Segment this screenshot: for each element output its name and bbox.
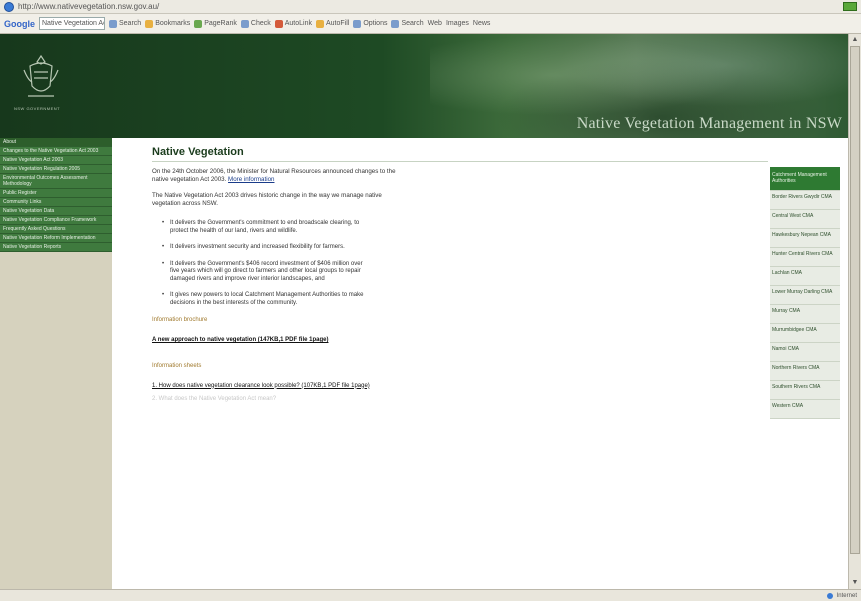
cma-link[interactable]: Western CMA	[770, 400, 840, 419]
nav-item-changes[interactable]: Changes to the Native Vegetation Act 200…	[0, 147, 112, 156]
list-item: It gives new powers to local Catchment M…	[162, 292, 372, 307]
nav-item-compliance[interactable]: Native Vegetation Compliance Framework	[0, 216, 112, 225]
options-icon	[353, 19, 362, 28]
check-icon	[240, 19, 249, 28]
nav-item-community-links[interactable]: Community Links	[0, 198, 112, 207]
info-sheet-1-link[interactable]: 1. How does native vegetation clearance …	[152, 383, 392, 391]
search-icon	[109, 19, 117, 28]
star-icon	[145, 19, 154, 28]
nav-item-about[interactable]: About	[0, 138, 112, 147]
toolbar-search-input[interactable]: Native Vegetation Act	[39, 17, 105, 30]
cma-link[interactable]: Border Rivers Gwydir CMA	[770, 191, 840, 210]
nav-item-data[interactable]: Native Vegetation Data	[0, 207, 112, 216]
cma-link[interactable]: Murrumbidgee CMA	[770, 324, 840, 343]
intro-paragraph-2: The Native Vegetation Act 2003 drives hi…	[152, 192, 382, 207]
info-sheet-2-link[interactable]: 2. What does the Native Vegetation Act m…	[152, 396, 792, 402]
nav-item-act[interactable]: Native Vegetation Act 2003	[0, 156, 112, 165]
autofill-icon	[316, 19, 324, 28]
key-points-list: It delivers the Government's commitment …	[152, 220, 372, 307]
nsw-crest-icon	[23, 54, 59, 97]
scrollbar-thumb[interactable]	[850, 46, 860, 554]
toolbar-images[interactable]: Images	[446, 20, 469, 27]
cma-link[interactable]: Hunter Central Rivers CMA	[770, 248, 840, 267]
toolbar-pagerank-button[interactable]: PageRank	[194, 19, 237, 28]
list-item: It delivers investment security and incr…	[162, 244, 372, 252]
nav-item-faq[interactable]: Frequently Asked Questions	[0, 225, 112, 234]
cma-link[interactable]: Central West CMA	[770, 210, 840, 229]
cma-link[interactable]: Lachlan CMA	[770, 267, 840, 286]
pagerank-icon	[194, 19, 203, 28]
toolbar-autolink-button[interactable]: AutoLink	[274, 19, 312, 28]
cma-heading-link[interactable]: Catchment Management Authorities	[770, 167, 840, 191]
cma-link[interactable]: Hawkesbury Nepean CMA	[770, 229, 840, 248]
left-navigation: About Changes to the Native Vegetation A…	[0, 138, 112, 589]
main-content: Native Vegetation On the 24th October 20…	[152, 146, 792, 586]
intro-paragraph: On the 24th October 2006, the Minister f…	[152, 168, 402, 184]
list-item: It delivers the Government's $406 record…	[162, 261, 372, 284]
status-indicator-icon	[843, 2, 857, 11]
cma-link[interactable]: Murray CMA	[770, 305, 840, 324]
status-bar: Internet	[0, 589, 861, 601]
cma-link[interactable]: Namoi CMA	[770, 343, 840, 362]
nav-item-reports[interactable]: Native Vegetation Reports	[0, 243, 112, 252]
brochure-pdf-link-text[interactable]: A new approach to native vegetation (147…	[152, 337, 328, 343]
nav-item-public-register[interactable]: Public Register	[0, 189, 112, 198]
internet-zone-icon	[826, 592, 833, 599]
browser-toolbar: Google Native Vegetation Act Search Book…	[0, 14, 861, 34]
toolbar-news[interactable]: News	[473, 20, 491, 27]
brochure-heading: Information brochure	[152, 317, 208, 323]
cma-link[interactable]: Lower Murray Darling CMA	[770, 286, 840, 305]
toolbar-web[interactable]: Web	[428, 20, 442, 27]
titlebar-controls	[843, 2, 857, 11]
toolbar-logo: Google	[4, 18, 35, 29]
more-information-link[interactable]: More information	[228, 176, 274, 183]
toolbar-web-search[interactable]: Search	[391, 19, 424, 28]
toolbar-autofill-button[interactable]: AutoFill	[316, 19, 349, 28]
site-banner: NSW GOVERNMENT Native Vegetation Managem…	[0, 34, 848, 138]
nav-item-regulation[interactable]: Native Vegetation Regulation 2005	[0, 165, 112, 174]
status-zone-label: Internet	[836, 592, 857, 599]
crest-caption: NSW GOVERNMENT	[14, 106, 61, 111]
vertical-scrollbar[interactable]: ▲ ▼	[848, 34, 861, 589]
status-zone: Internet	[826, 592, 857, 599]
globe-icon	[4, 1, 14, 12]
address-bar[interactable]: http://www.nativevegetation.nsw.gov.au/	[18, 2, 159, 11]
info-sheets-heading: Information sheets	[152, 362, 202, 369]
autolink-icon	[274, 19, 283, 28]
scroll-up-icon[interactable]: ▲	[850, 35, 860, 45]
toolbar-bookmarks-button[interactable]: Bookmarks	[145, 19, 190, 28]
banner-title: Native Vegetation Management in NSW	[576, 115, 842, 132]
web-page: NSW GOVERNMENT Native Vegetation Managem…	[0, 34, 848, 589]
web-icon	[391, 19, 400, 28]
list-item: It delivers the Government's commitment …	[162, 220, 372, 235]
cma-link[interactable]: Southern Rivers CMA	[770, 381, 840, 400]
cma-link[interactable]: Northern Rivers CMA	[770, 362, 840, 381]
nav-item-methodology[interactable]: Environmental Outcomes Assessment Method…	[0, 174, 112, 189]
brochure-pdf-link[interactable]: A new approach to native vegetation (147…	[152, 337, 412, 345]
toolbar-search-button[interactable]: Search	[109, 19, 141, 28]
toolbar-options-button[interactable]: Options	[353, 19, 387, 28]
right-navigation: Catchment Management Authorities Border …	[770, 167, 840, 419]
toolbar-check-button[interactable]: Check	[240, 19, 271, 28]
nav-item-reform[interactable]: Native Vegetation Reform Implementation	[0, 234, 112, 243]
browser-titlebar: http://www.nativevegetation.nsw.gov.au/	[0, 0, 861, 14]
page-title: Native Vegetation	[152, 146, 768, 162]
scroll-down-icon[interactable]: ▼	[850, 578, 860, 588]
